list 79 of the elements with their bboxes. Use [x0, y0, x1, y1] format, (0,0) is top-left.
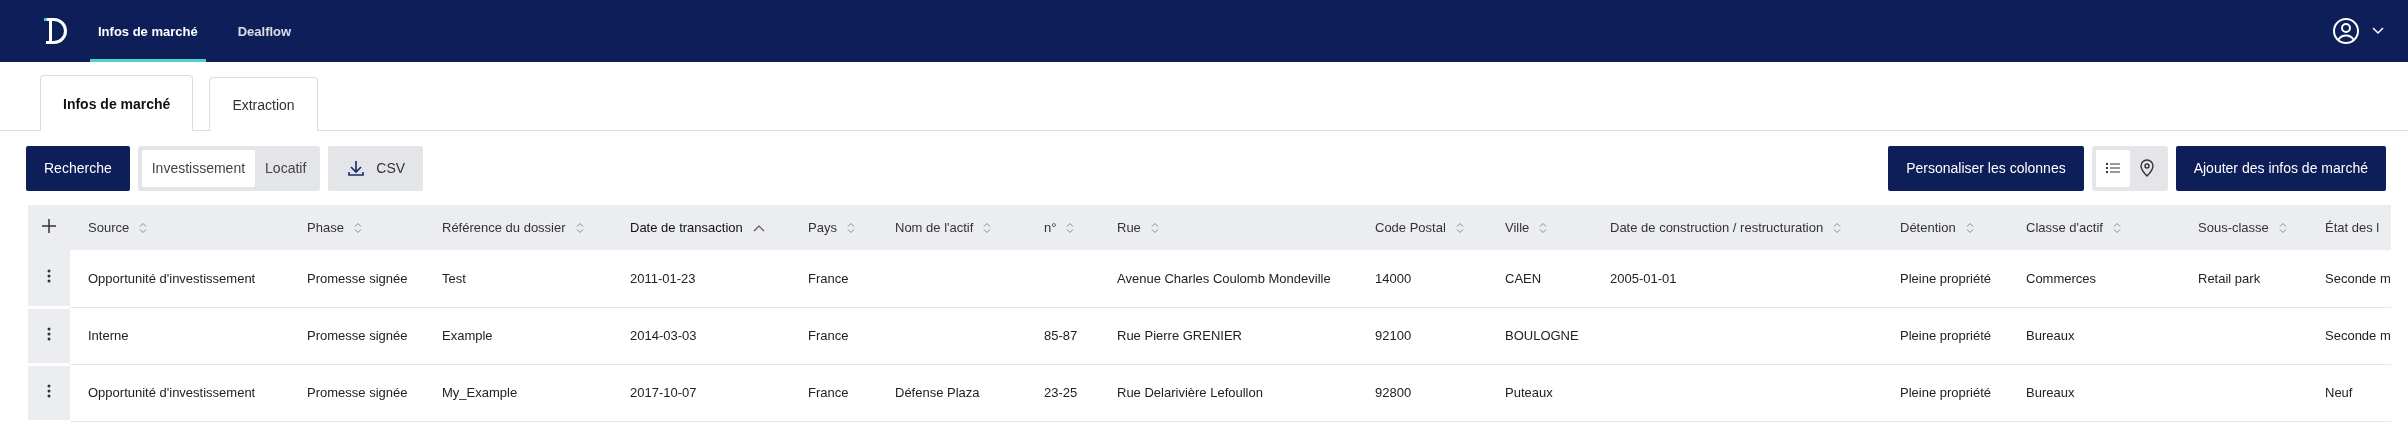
- table-cell: Example: [442, 328, 493, 343]
- table-cell: 2014-03-03: [630, 328, 697, 343]
- column-header[interactable]: Phase: [307, 220, 362, 235]
- table-cell: Bureaux: [2026, 385, 2075, 400]
- page-tab[interactable]: Extraction: [209, 77, 318, 131]
- table-cell: France: [808, 385, 849, 400]
- table-cell: Pleine propriété: [1900, 385, 1992, 400]
- table-cell: Promesse signée: [307, 385, 408, 400]
- column-header[interactable]: Source: [88, 220, 148, 235]
- sort-icon[interactable]: [1150, 221, 1159, 234]
- sort-icon[interactable]: [353, 221, 362, 234]
- sort-icon[interactable]: [139, 221, 148, 234]
- search-button[interactable]: Recherche: [26, 145, 130, 191]
- column-header[interactable]: Ville: [1505, 220, 1548, 235]
- table-cell: 14000: [1375, 270, 1412, 286]
- table-cell: Puteaux: [1505, 385, 1553, 400]
- table-cell: Promesse signée: [307, 270, 408, 286]
- more-options-icon[interactable]: [47, 383, 51, 399]
- nav-tab[interactable]: Infos de marché: [90, 0, 206, 62]
- user-icon[interactable]: [2332, 17, 2360, 45]
- table-cell: Rue Delarivière Lefoullon: [1117, 385, 1263, 400]
- column-header[interactable]: Pays: [808, 220, 855, 235]
- sort-icon[interactable]: [1539, 221, 1548, 234]
- sort-icon[interactable]: [575, 221, 584, 234]
- chevron-down-icon[interactable]: [2372, 27, 2384, 35]
- table-cell: BOULOGNE: [1505, 328, 1579, 343]
- mode-option[interactable]: Locatif: [255, 149, 317, 187]
- sort-icon[interactable]: [1833, 221, 1842, 234]
- table-cell: 92100: [1375, 328, 1412, 343]
- table-cell: Avenue Charles Coulomb Mondeville: [1117, 270, 1331, 286]
- table-cell: My_Example: [442, 385, 518, 400]
- column-header[interactable]: Détention: [1900, 220, 1974, 235]
- nav-tab[interactable]: Dealflow: [229, 0, 300, 62]
- table-cell: Pleine propriété: [1900, 328, 1992, 343]
- list-icon: [2104, 160, 2121, 176]
- table-cell: Interne: [88, 328, 129, 343]
- table-cell: Seconde m: [2325, 270, 2391, 286]
- page-tab[interactable]: Infos de marché: [40, 75, 194, 131]
- customize-columns-button[interactable]: Personaliser les colonnes: [1888, 145, 2084, 191]
- sort-icon[interactable]: [2278, 221, 2287, 234]
- sort-icon[interactable]: [983, 221, 992, 234]
- table-cell: Défense Plaza: [895, 385, 980, 400]
- download-icon: [346, 158, 367, 178]
- table-cell: 23-25: [1044, 385, 1078, 400]
- sort-icon[interactable]: [1965, 221, 1974, 234]
- sort-icon[interactable]: [2112, 221, 2121, 234]
- map-pin-icon: [2138, 159, 2155, 177]
- column-header[interactable]: Classe d'actif: [2026, 220, 2121, 235]
- add-market-info-button[interactable]: Ajouter des infos de marché: [2175, 145, 2386, 191]
- table-cell: Rue Pierre GRENIER: [1117, 328, 1242, 343]
- table-cell: 92800: [1375, 385, 1412, 400]
- table-cell: 85-87: [1044, 328, 1078, 343]
- table-cell: 2017-10-07: [630, 385, 697, 400]
- table-cell: CAEN: [1505, 270, 1542, 286]
- table-cell: Promesse signée: [307, 328, 408, 343]
- table-cell: France: [808, 328, 849, 343]
- table-cell: 2005-01-01: [1610, 270, 1677, 286]
- column-header[interactable]: Rue: [1117, 220, 1159, 235]
- table-cell: Neuf: [2325, 385, 2353, 400]
- table-cell: Opportunité d'investissement: [88, 270, 256, 286]
- sort-icon[interactable]: [846, 221, 855, 234]
- sort-ascending-icon[interactable]: [752, 223, 765, 232]
- table-cell: Bureaux: [2026, 328, 2075, 343]
- table-cell: Seconde m: [2325, 328, 2391, 343]
- mode-option[interactable]: Investissement: [141, 149, 256, 187]
- table-cell: Retail park: [2198, 270, 2261, 286]
- table-cell: 2011-01-23: [630, 270, 696, 286]
- sort-icon[interactable]: [1066, 221, 1075, 234]
- add-icon[interactable]: [41, 218, 57, 234]
- table-cell: Test: [442, 270, 466, 286]
- column-header[interactable]: n°: [1044, 220, 1075, 235]
- sort-icon[interactable]: [1455, 221, 1464, 234]
- table-cell: France: [808, 270, 849, 286]
- more-options-icon[interactable]: [47, 268, 51, 285]
- csv-button[interactable]: CSV: [328, 145, 424, 191]
- table-cell: Opportunité d'investissement: [88, 385, 256, 400]
- table-cell: Pleine propriété: [1900, 270, 1992, 286]
- table-cell: Commerces: [2026, 270, 2097, 286]
- more-options-icon[interactable]: [47, 326, 51, 342]
